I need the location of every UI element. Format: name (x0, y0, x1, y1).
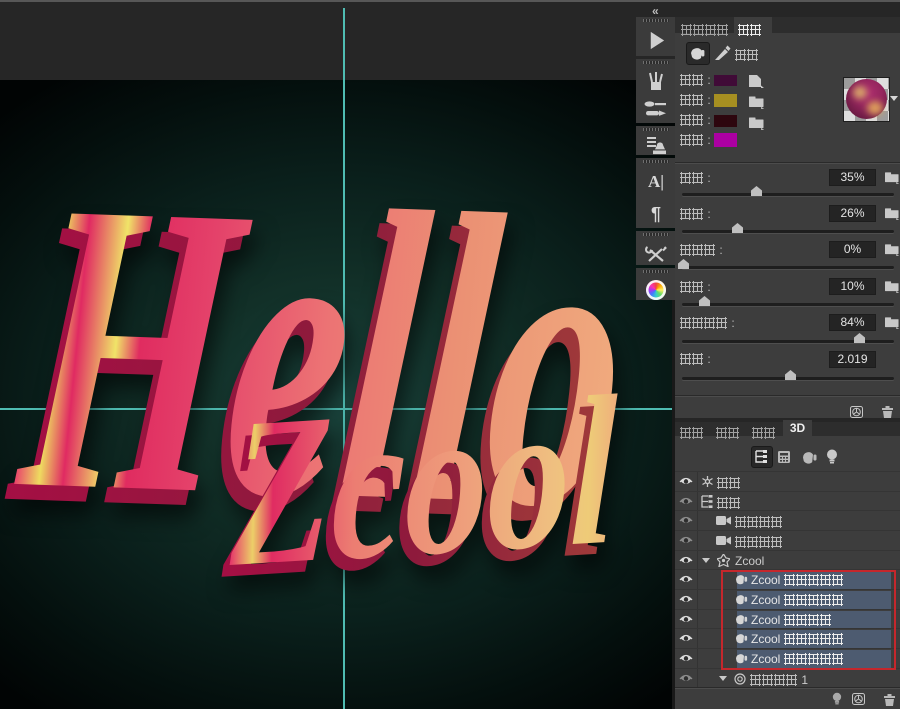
svg-text:Zcool: Zcool (228, 353, 619, 612)
